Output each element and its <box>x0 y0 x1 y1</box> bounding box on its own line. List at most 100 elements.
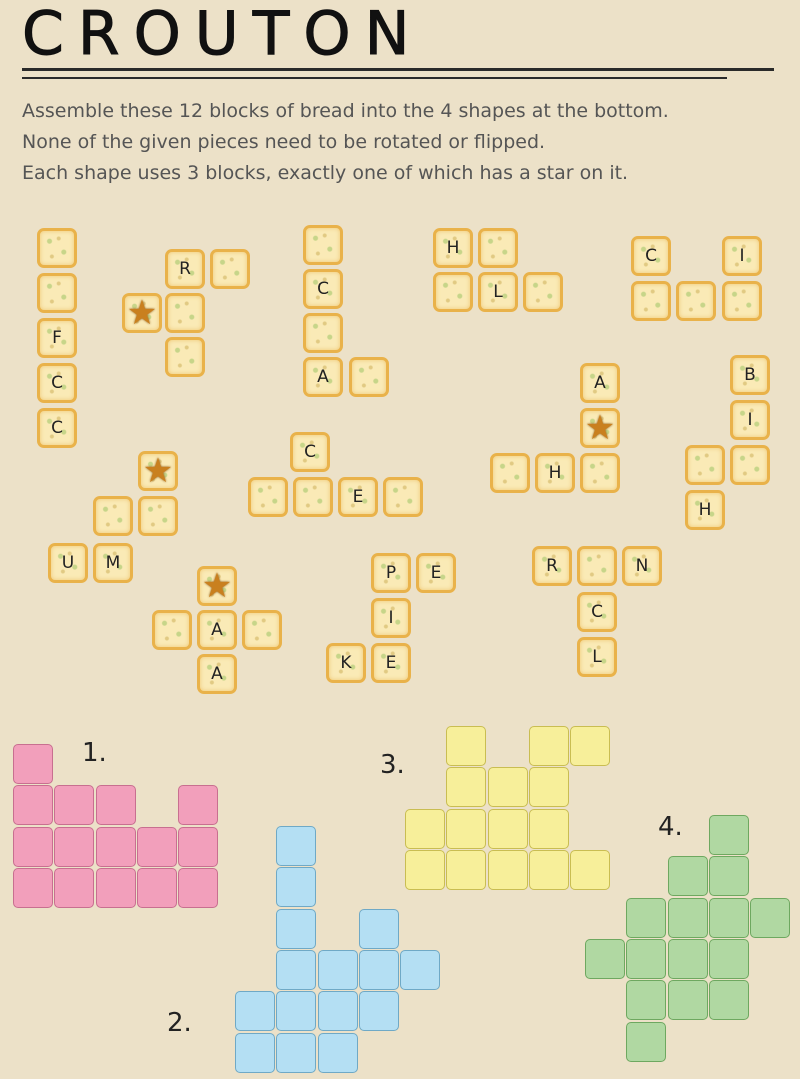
star-tile[interactable]: ★ <box>138 451 178 491</box>
letter-tile[interactable]: L <box>478 272 518 312</box>
letter-tile[interactable]: U <box>48 543 88 583</box>
letter-tile[interactable]: H <box>685 490 725 530</box>
blank-tile[interactable] <box>685 445 725 485</box>
shape-cell <box>317 1032 358 1073</box>
letter-tile[interactable]: N <box>622 546 662 586</box>
shape-cell <box>358 908 399 949</box>
shape-cell <box>750 897 791 938</box>
letter-tile[interactable]: E <box>371 643 411 683</box>
letter-tile[interactable]: A <box>303 357 343 397</box>
shape-cell <box>54 785 95 826</box>
letter-tile[interactable]: C <box>37 363 77 403</box>
blank-tile[interactable] <box>165 337 205 377</box>
letter-tile[interactable]: I <box>722 236 762 276</box>
blank-tile[interactable] <box>580 453 620 493</box>
shape-cell <box>626 1021 667 1062</box>
letter-tile[interactable]: H <box>535 453 575 493</box>
shape-cell <box>95 826 136 867</box>
blank-tile[interactable] <box>138 496 178 536</box>
star-tile[interactable]: ★ <box>580 408 620 448</box>
shape-cell <box>235 991 275 1032</box>
letter-tile[interactable]: C <box>303 269 343 309</box>
shape-cell <box>276 908 317 949</box>
shape-cell <box>95 867 136 908</box>
shape-cell <box>276 867 317 908</box>
blank-tile[interactable] <box>478 228 518 268</box>
blank-tile[interactable] <box>303 313 343 353</box>
letter-tile[interactable]: R <box>165 249 205 289</box>
star-tile[interactable]: ★ <box>122 293 162 333</box>
blank-tile[interactable] <box>730 445 770 485</box>
shape-cell <box>626 980 667 1021</box>
blank-tile[interactable] <box>490 453 530 493</box>
shape-cell <box>528 726 569 766</box>
letter-tile[interactable]: K <box>326 643 366 683</box>
blank-tile[interactable] <box>303 225 343 265</box>
letter-tile[interactable]: I <box>371 598 411 638</box>
blank-tile[interactable] <box>248 477 288 517</box>
letter-tile[interactable]: A <box>197 610 237 650</box>
blank-tile[interactable] <box>210 249 250 289</box>
shape-cell <box>178 867 219 908</box>
blank-tile[interactable] <box>577 546 617 586</box>
letter-tile[interactable]: C <box>631 236 671 276</box>
shape-cell <box>528 767 569 808</box>
shape-cell <box>667 980 708 1021</box>
shape-cell <box>570 726 611 766</box>
letter-tile[interactable]: R <box>532 546 572 586</box>
shape-cell <box>585 938 625 979</box>
blank-tile[interactable] <box>433 272 473 312</box>
blank-tile[interactable] <box>523 272 563 312</box>
blank-tile[interactable] <box>349 357 389 397</box>
letter-tile[interactable]: M <box>93 543 133 583</box>
blank-tile[interactable] <box>722 281 762 321</box>
blank-tile[interactable] <box>37 228 77 268</box>
letter-tile[interactable]: C <box>37 408 77 448</box>
blank-tile[interactable] <box>631 281 671 321</box>
shape-number-label: 4. <box>658 812 683 842</box>
blank-tile[interactable] <box>242 610 282 650</box>
letter-tile[interactable]: E <box>416 553 456 593</box>
letter-tile[interactable]: P <box>371 553 411 593</box>
letter-tile[interactable]: C <box>290 432 330 472</box>
shape-cell <box>54 867 95 908</box>
shape-cell <box>178 785 219 826</box>
letter-tile[interactable]: C <box>577 592 617 632</box>
shape-cell <box>487 767 528 808</box>
shape-cell <box>13 826 53 867</box>
shape-cell <box>54 826 95 867</box>
shape-cell <box>276 826 317 866</box>
letter-tile[interactable]: H <box>433 228 473 268</box>
star-icon: ★ <box>142 451 174 491</box>
letter-tile[interactable]: E <box>338 477 378 517</box>
shape-cell <box>626 897 667 938</box>
shape-cell <box>528 849 569 890</box>
letter-tile[interactable]: A <box>580 363 620 403</box>
shape-cell <box>667 938 708 979</box>
blank-tile[interactable] <box>37 273 77 313</box>
shape-cell <box>276 1032 317 1073</box>
letter-tile[interactable]: L <box>577 637 617 677</box>
shape-number-label: 3. <box>380 750 405 780</box>
blank-tile[interactable] <box>383 477 423 517</box>
star-tile[interactable]: ★ <box>197 566 237 606</box>
blank-tile[interactable] <box>676 281 716 321</box>
shape-number-label: 1. <box>82 738 107 768</box>
blank-tile[interactable] <box>152 610 192 650</box>
shape-cell <box>276 991 317 1032</box>
shape-cell <box>708 938 749 979</box>
blank-tile[interactable] <box>293 477 333 517</box>
letter-tile[interactable]: I <box>730 400 770 440</box>
letter-tile[interactable]: F <box>37 318 77 358</box>
letter-tile[interactable]: A <box>197 654 237 694</box>
shape-cell <box>95 785 136 826</box>
shape-cell <box>487 808 528 849</box>
shape-cell <box>708 897 749 938</box>
star-icon: ★ <box>584 408 616 448</box>
shape-cell <box>667 856 708 897</box>
letter-tile[interactable]: B <box>730 355 770 395</box>
shape-cell <box>317 991 358 1032</box>
shape-cell <box>317 949 358 990</box>
blank-tile[interactable] <box>165 293 205 333</box>
blank-tile[interactable] <box>93 496 133 536</box>
